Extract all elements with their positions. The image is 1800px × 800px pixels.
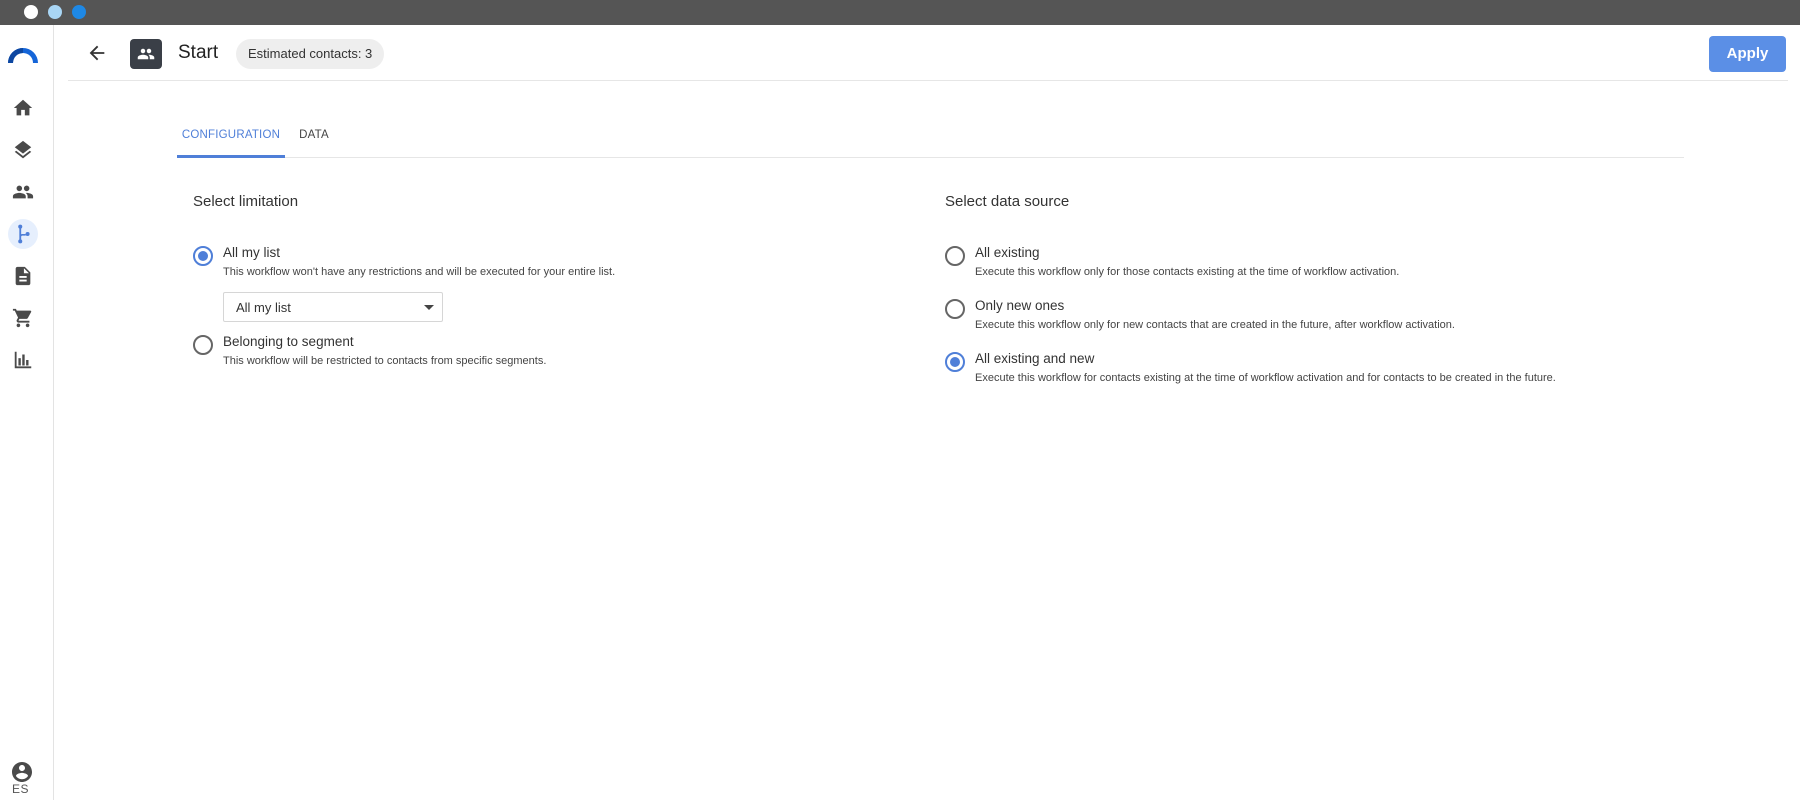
radio-only-new-ones[interactable] [945,299,965,319]
page-title: Start [178,42,219,63]
window-close-dot[interactable] [24,5,38,19]
sidebar-item-reports[interactable] [8,345,38,375]
radio-belonging-to-segment[interactable] [193,335,213,355]
window-maximize-dot[interactable] [72,5,86,19]
tab-bar: CONFIGURATION DATA [177,116,1684,158]
start-node-icon [130,39,162,69]
list-select[interactable]: All my list [223,292,443,322]
sidebar-item-home[interactable] [8,93,38,123]
data-source-section-title: Select data source [945,193,1070,210]
contacts-icon [12,185,34,199]
app-logo-icon[interactable] [6,43,40,65]
limitation-section-title: Select limitation [193,193,299,210]
option-label: All existing [975,245,1040,260]
option-description: This workflow won't have any restriction… [223,266,616,278]
tab-data[interactable]: DATA [285,116,343,158]
arrow-back-icon [89,45,105,61]
sidebar: ES [0,25,54,800]
window-minimize-dot[interactable] [48,5,62,19]
option-label: All existing and new [975,351,1095,366]
document-icon [15,266,31,286]
home-icon [13,99,33,116]
radio-all-my-list[interactable] [193,246,213,266]
layers-icon [14,140,32,159]
list-select-value: All my list [236,300,291,315]
sidebar-item-documents[interactable] [8,261,38,291]
back-button[interactable] [86,42,110,66]
option-description: This workflow will be restricted to cont… [223,355,547,367]
sidebar-item-workflows[interactable] [8,219,38,249]
radio-all-existing[interactable] [945,246,965,266]
language-selector[interactable]: ES [12,782,29,796]
workflow-icon [18,224,30,244]
contacts-icon [137,48,155,60]
option-label: Belonging to segment [223,334,354,349]
account-icon [12,762,32,782]
option-description: Execute this workflow only for those con… [975,266,1400,278]
option-description: Execute this workflow for contacts exist… [975,372,1556,384]
radio-all-existing-and-new[interactable] [945,352,965,372]
chart-icon [14,351,32,369]
page-header: Start Estimated contacts: 3 Apply [68,25,1788,81]
option-description: Execute this workflow only for new conta… [975,319,1455,331]
sidebar-item-layers[interactable] [8,135,38,165]
window-titlebar [0,0,1800,25]
option-label: All my list [223,245,280,260]
sidebar-item-cart[interactable] [8,303,38,333]
caret-down-icon [424,305,434,310]
apply-button[interactable]: Apply [1709,36,1786,72]
estimated-contacts-badge: Estimated contacts: 3 [236,39,385,69]
cart-icon [12,308,32,328]
tab-configuration[interactable]: CONFIGURATION [177,116,285,158]
option-label: Only new ones [975,298,1065,313]
sidebar-item-contacts[interactable] [8,177,38,207]
